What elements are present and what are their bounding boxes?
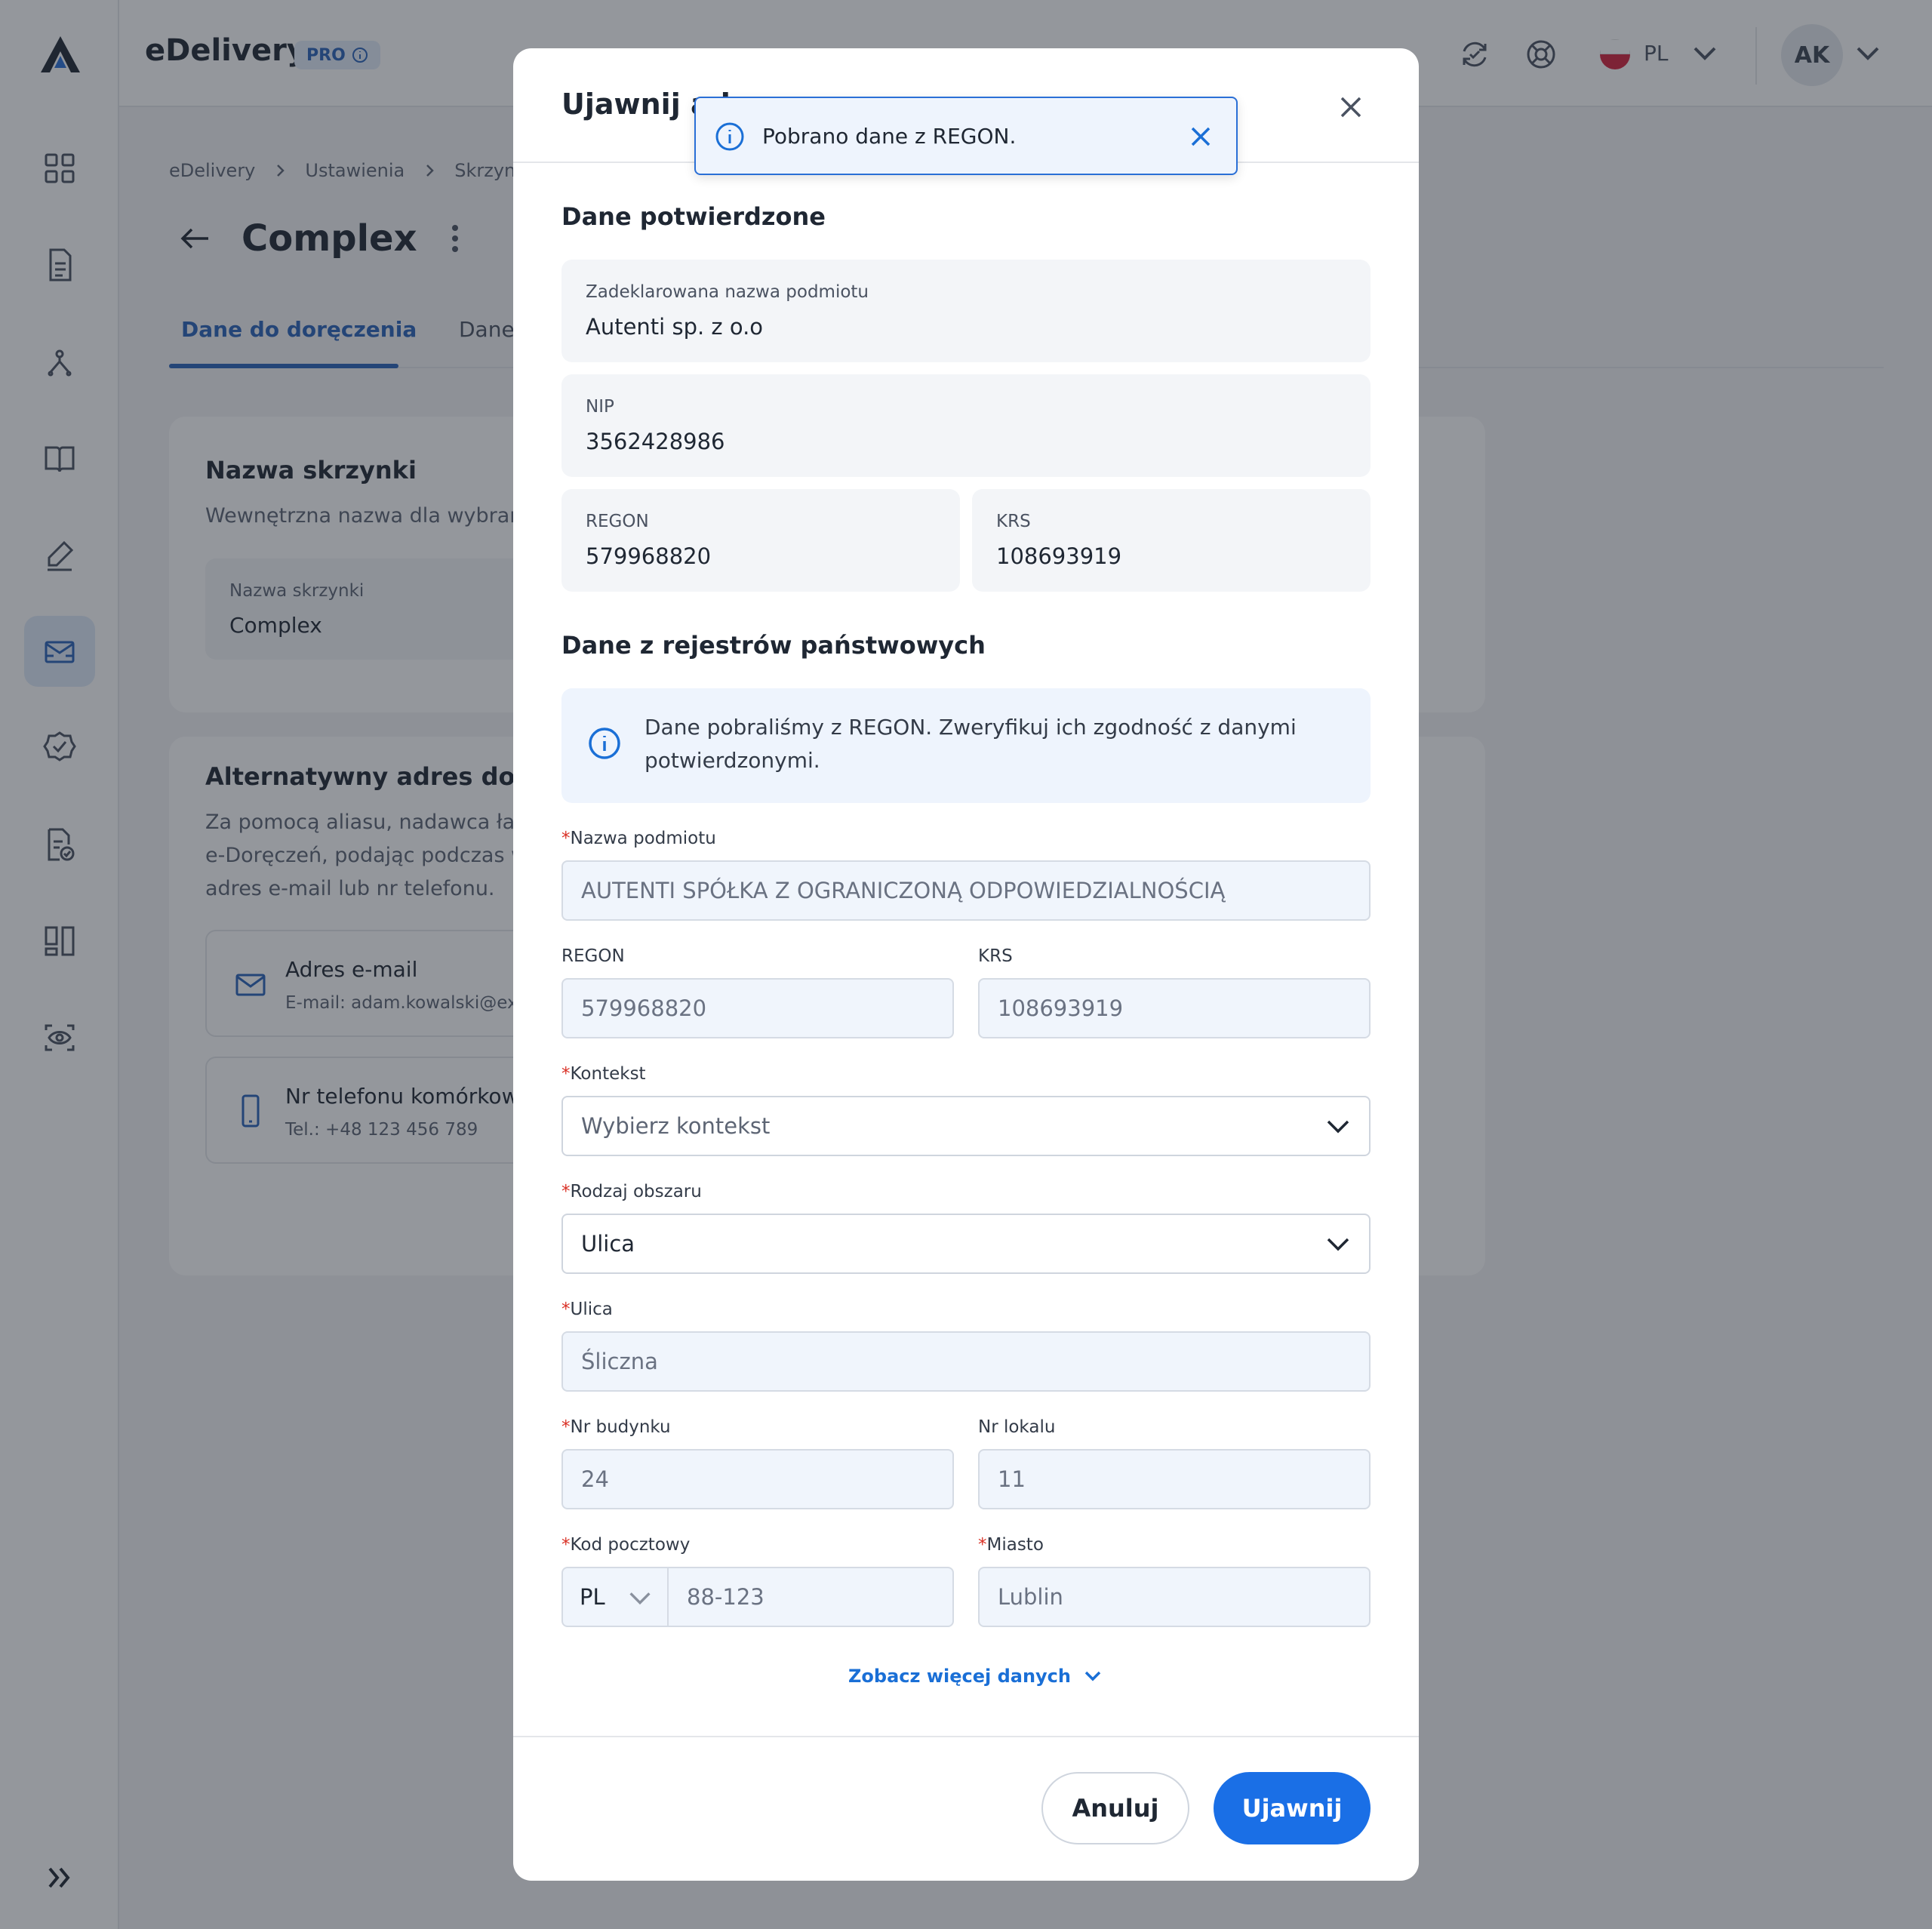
entity-name-label: *Nazwa podmiotu: [561, 829, 716, 848]
postal-code-label: *Kod pocztowy: [561, 1535, 690, 1555]
close-icon[interactable]: [1333, 89, 1369, 125]
required-mark: *: [978, 1535, 987, 1555]
show-more-data-link[interactable]: Zobacz więcej danych: [848, 1665, 1104, 1687]
registry-data-heading: Dane z rejestrów państwowych: [561, 631, 986, 660]
krs-input[interactable]: 108693919: [978, 978, 1371, 1038]
field-label: NIP: [586, 397, 614, 417]
field-value: 579968820: [586, 543, 712, 569]
krs-label: KRS: [978, 946, 1013, 966]
context-label: *Kontekst: [561, 1064, 646, 1084]
cancel-button[interactable]: Anuluj: [1041, 1772, 1189, 1844]
toast-message: Pobrano dane z REGON.: [762, 124, 1017, 149]
building-number-input[interactable]: 24: [561, 1449, 954, 1509]
chevron-down-icon: [1084, 1671, 1101, 1681]
info-icon: [589, 728, 620, 759]
reveal-address-modal: Ujawnij ad Dane potwierdzone Zadeklarowa…: [513, 48, 1419, 1881]
postal-country-select[interactable]: PL: [563, 1568, 669, 1626]
area-type-label: *Rodzaj obszaru: [561, 1182, 702, 1201]
unit-number-input[interactable]: 11: [978, 1449, 1371, 1509]
postal-code-input[interactable]: 88-123: [687, 1568, 764, 1626]
label-text: Nazwa podmiotu: [570, 829, 716, 848]
declared-name-field: Zadeklarowana nazwa podmiotu Autenti sp.…: [561, 260, 1371, 362]
chevron-down-icon: [629, 1592, 651, 1605]
select-value: Ulica: [581, 1231, 635, 1257]
required-mark: *: [561, 829, 571, 848]
label-text: Kontekst: [570, 1064, 646, 1084]
nip-field: NIP 3562428986: [561, 374, 1371, 477]
required-mark: *: [561, 1064, 571, 1084]
required-mark: *: [561, 1182, 571, 1201]
area-type-select[interactable]: Ulica: [561, 1214, 1371, 1274]
required-mark: *: [561, 1300, 571, 1319]
required-mark: *: [561, 1535, 571, 1555]
label-text: Miasto: [986, 1535, 1044, 1555]
regon-label: REGON: [561, 946, 625, 966]
entity-name-input[interactable]: AUTENTI SPÓŁKA Z OGRANICZONĄ ODPOWIEDZIA…: [561, 860, 1371, 921]
confirmed-data-heading: Dane potwierdzone: [561, 202, 826, 231]
info-icon: [715, 122, 744, 151]
field-label: REGON: [586, 512, 649, 531]
building-number-label: *Nr budynku: [561, 1417, 671, 1437]
select-value: PL: [580, 1584, 605, 1610]
label-text: Kod pocztowy: [570, 1535, 691, 1555]
field-label: Zadeklarowana nazwa podmiotu: [586, 282, 869, 302]
divider: [513, 1736, 1419, 1737]
field-value: 3562428986: [586, 429, 725, 454]
registry-info-notice: Dane pobraliśmy z REGON. Zweryfikuj ich …: [561, 688, 1371, 803]
regon-confirmed-field: REGON 579968820: [561, 489, 960, 592]
regon-input[interactable]: 579968820: [561, 978, 954, 1038]
link-text: Zobacz więcej danych: [848, 1666, 1071, 1687]
chevron-down-icon: [1327, 1120, 1349, 1134]
city-input[interactable]: Lublin: [978, 1567, 1371, 1627]
street-input[interactable]: Śliczna: [561, 1331, 1371, 1392]
label-text: Rodzaj obszaru: [570, 1182, 702, 1201]
field-value: 108693919: [996, 543, 1122, 569]
chevron-down-icon: [1327, 1238, 1349, 1251]
field-value: Autenti sp. z o.o: [586, 314, 764, 340]
street-label: *Ulica: [561, 1300, 613, 1319]
postal-code-group: PL 88-123: [561, 1567, 954, 1627]
city-label: *Miasto: [978, 1535, 1044, 1555]
info-text: Dane pobraliśmy z REGON. Zweryfikuj ich …: [645, 715, 1297, 773]
close-icon[interactable]: [1185, 121, 1217, 152]
reveal-button[interactable]: Ujawnij: [1214, 1772, 1371, 1844]
info-toast: Pobrano dane z REGON.: [694, 97, 1238, 175]
krs-confirmed-field: KRS 108693919: [972, 489, 1371, 592]
label-text: Ulica: [570, 1300, 613, 1319]
required-mark: *: [561, 1417, 571, 1437]
context-select[interactable]: Wybierz kontekst: [561, 1096, 1371, 1156]
select-value: Wybierz kontekst: [581, 1113, 771, 1139]
field-label: KRS: [996, 512, 1031, 531]
unit-number-label: Nr lokalu: [978, 1417, 1056, 1437]
label-text: Nr budynku: [570, 1417, 671, 1437]
